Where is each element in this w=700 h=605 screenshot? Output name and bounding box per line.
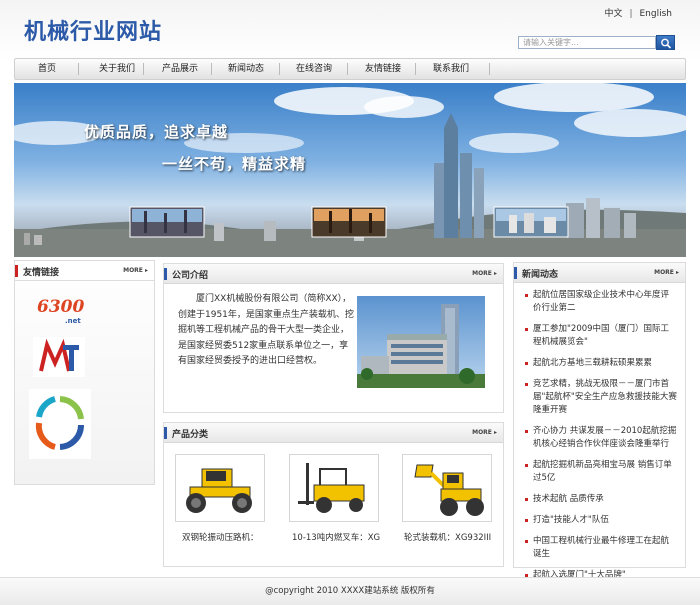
site-logo[interactable]: 机械行业网站 xyxy=(24,14,162,46)
news-item[interactable]: 起航位居国家级企业技术中心年度评价行业第二 xyxy=(525,289,677,315)
company-intro-panel: 公司介绍 MORE 厦门XX机械股份有限公司（简称XX），创建于1951年，是国… xyxy=(163,263,504,413)
nav-divider xyxy=(143,63,144,75)
swirl-logo-icon xyxy=(35,396,85,450)
more-link[interactable]: MORE xyxy=(123,267,148,274)
news-item[interactable]: 技术起航 品质传承 xyxy=(525,493,677,506)
product-category-panel: 产品分类 MORE ▸ 双钢轮振动压路机： 10-13吨内燃叉车：XG 轮式装载… xyxy=(163,422,504,567)
news-item[interactable]: 厦工参加"2009中国（厦门）国际工程机械展览会" xyxy=(525,323,677,349)
panel-header: 友情链接 MORE xyxy=(15,261,154,281)
hero-banner: 优质品质，追求卓越 一丝不苟，精益求精 xyxy=(14,83,686,257)
copyright-text: @copyright 2010 XXXX建站系统 版权所有 xyxy=(265,586,435,596)
nav-item-products[interactable]: 产品展示 xyxy=(145,59,215,79)
product-thumb-loader[interactable] xyxy=(402,454,492,522)
news-item[interactable]: 中国工程机械行业最牛修理工在起航诞生 xyxy=(525,535,677,561)
news-item[interactable]: 起航北方基地三载耕耘硕果累累 xyxy=(525,357,677,370)
more-link[interactable]: MORE xyxy=(654,269,679,276)
search-icon xyxy=(661,38,672,49)
forklift-image xyxy=(298,463,365,513)
link-logo-2[interactable] xyxy=(33,337,85,377)
panel-header-mark xyxy=(164,268,167,280)
product-thumb-forklift[interactable] xyxy=(289,454,379,522)
panel-title: 新闻动态 xyxy=(522,270,559,280)
banner-slogan-1: 优质品质，追求卓越 xyxy=(84,123,229,141)
search-button[interactable] xyxy=(656,35,675,50)
friendly-links-panel: 友情链接 MORE 6300 .net xyxy=(14,260,155,485)
nav-item-consult[interactable]: 在线咨询 xyxy=(279,59,349,79)
panel-header: 公司介绍 MORE xyxy=(164,264,503,284)
panel-title: 公司介绍 xyxy=(172,271,209,281)
panel-title: 友情链接 xyxy=(23,268,60,278)
more-link[interactable]: MORE xyxy=(472,270,497,277)
link-logo-3[interactable] xyxy=(29,389,91,459)
product-thumb-roller[interactable] xyxy=(175,454,265,522)
panel-header-mark xyxy=(164,427,167,439)
nav-item-contact[interactable]: 联系我们 xyxy=(415,59,487,79)
panel-header-mark xyxy=(514,267,517,279)
lang-english-link[interactable]: English xyxy=(640,9,673,19)
building-image xyxy=(357,304,485,388)
company-building-photo[interactable] xyxy=(357,296,485,388)
mt-logo-icon xyxy=(37,338,81,373)
link-logo-6300-sub: .net xyxy=(65,317,81,325)
news-item[interactable]: 打造"技能人才"队伍 xyxy=(525,514,677,527)
search-box: 请输入关键字... xyxy=(518,35,676,51)
nav-divider xyxy=(489,63,490,75)
search-input[interactable]: 请输入关键字... xyxy=(518,36,656,49)
panel-header: 新闻动态 MORE xyxy=(514,263,685,283)
product-label[interactable]: 轮式装载机：XG932III xyxy=(404,531,491,543)
more-link[interactable]: MORE xyxy=(472,429,497,436)
news-item[interactable]: 齐心协力 共谋发展－－2010起航挖掘机核心经销合作伙伴座谈会隆重举行 xyxy=(525,425,677,451)
news-list: 起航位居国家级企业技术中心年度评价行业第二 厦工参加"2009中国（厦门）国际工… xyxy=(525,289,677,590)
lang-separator: | xyxy=(629,9,633,19)
footer: @copyright 2010 XXXX建站系统 版权所有 xyxy=(0,577,700,605)
banner-scenery xyxy=(14,83,686,257)
banner-slogan-2: 一丝不苟，精益求精 xyxy=(162,155,307,173)
road-roller-image xyxy=(186,468,252,513)
panel-title: 产品分类 xyxy=(172,430,209,440)
product-label[interactable]: 10-13吨内燃叉车：XG xyxy=(292,531,380,543)
language-switcher: 中文 | English xyxy=(604,6,672,19)
lang-chinese-link[interactable]: 中文 xyxy=(604,6,622,19)
panel-header: 产品分类 MORE xyxy=(164,423,503,443)
product-label[interactable]: 双钢轮振动压路机： xyxy=(182,531,259,543)
nav-item-home[interactable]: 首页 xyxy=(19,59,75,79)
link-logo-6300[interactable]: 6300 .net xyxy=(33,293,89,329)
nav-item-news[interactable]: 新闻动态 xyxy=(211,59,281,79)
wheel-loader-image xyxy=(414,464,484,516)
nav-divider xyxy=(78,63,79,75)
news-panel: 新闻动态 MORE 起航位居国家级企业技术中心年度评价行业第二 厦工参加"200… xyxy=(513,262,686,580)
link-logo-6300-text: 6300 xyxy=(37,297,85,317)
nav-item-links[interactable]: 友情链接 xyxy=(348,59,418,79)
news-item[interactable]: 竞艺求精，挑战无极限－－厦门市首届"起航杯"安全生产应急救援技能大赛隆重开赛 xyxy=(525,378,677,417)
panel-header-mark xyxy=(15,265,18,277)
company-intro-text: 厦门XX机械股份有限公司（简称XX），创建于1951年，是国家重点生产装载机、挖… xyxy=(178,294,354,366)
news-item[interactable]: 起航挖掘机新品亮相宝马展 销售订单过5亿 xyxy=(525,459,677,485)
main-nav: 首页 关于我们 产品展示 新闻动态 在线咨询 友情链接 联系我们 xyxy=(14,58,686,80)
